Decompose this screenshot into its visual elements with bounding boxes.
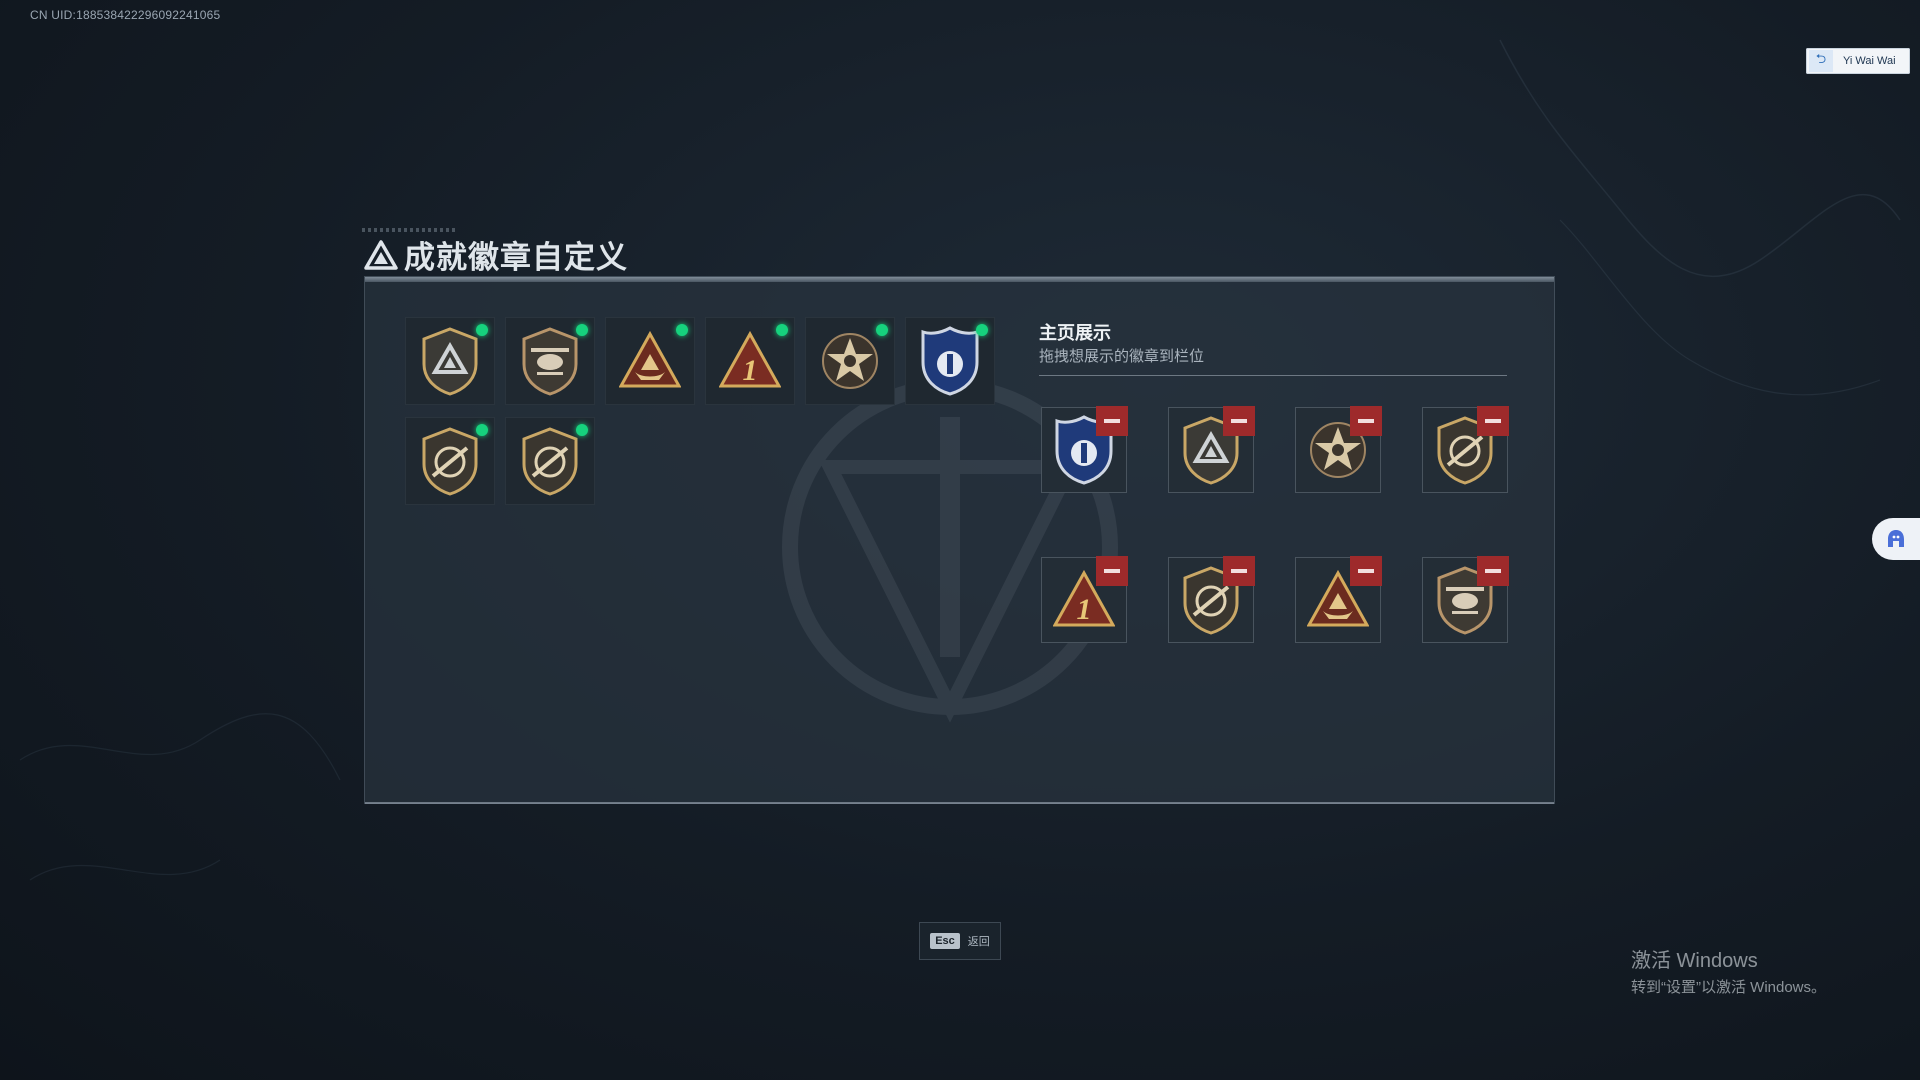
triangle-logo-icon — [364, 239, 398, 270]
rifle-target-shield-badge-2 — [519, 426, 581, 496]
badge-inventory-grid: 1 — [405, 317, 1005, 505]
display-slot[interactable] — [1295, 556, 1382, 643]
panel-header: 成就徽章自定义 — [364, 232, 628, 277]
display-divider — [1039, 375, 1507, 376]
display-slot[interactable] — [1295, 406, 1382, 493]
page-title: 成就徽章自定义 — [404, 240, 628, 275]
user-account-chip[interactable]: ⮌ Yi Wai Wai — [1806, 48, 1910, 74]
remove-badge-button[interactable] — [1350, 406, 1382, 436]
panel-top-bar — [365, 277, 1554, 282]
minus-icon — [1231, 569, 1247, 573]
remove-badge-button[interactable] — [1350, 556, 1382, 586]
minus-icon — [1104, 419, 1120, 423]
back-button[interactable]: Esc 返回 — [919, 922, 1001, 960]
delta-shield-badge — [419, 326, 481, 396]
minus-icon — [1358, 419, 1374, 423]
remove-badge-button[interactable] — [1477, 406, 1509, 436]
display-slot[interactable] — [1422, 556, 1509, 643]
inventory-slot[interactable] — [505, 417, 595, 505]
selected-indicator — [676, 324, 688, 336]
helicopter-shield-badge — [519, 326, 581, 396]
inventory-slot[interactable] — [405, 317, 495, 405]
panel-bottom-line — [365, 802, 1554, 804]
uid-label: CN UID:188538422296092241065 — [30, 8, 221, 22]
ship-triangle-badge — [619, 326, 681, 396]
remove-badge-button[interactable] — [1096, 556, 1128, 586]
assistant-icon — [1888, 530, 1904, 547]
remove-badge-button[interactable] — [1223, 406, 1255, 436]
minus-icon — [1358, 569, 1374, 573]
selected-indicator — [476, 324, 488, 336]
remove-badge-button[interactable] — [1096, 406, 1128, 436]
user-name: Yi Wai Wai — [1843, 55, 1896, 67]
selected-indicator — [776, 324, 788, 336]
watermark-line-1: 激活 Windows — [1631, 950, 1758, 972]
number-one-triangle-badge: 1 — [719, 326, 781, 396]
display-slots-grid: 1 — [1041, 406, 1509, 643]
remove-badge-button[interactable] — [1223, 556, 1255, 586]
windows-activation-watermark: 激活 Windows 转到“设置”以激活 Windows。 — [1631, 944, 1826, 997]
assistant-side-button[interactable] — [1872, 518, 1920, 560]
svg-text:1: 1 — [1077, 593, 1092, 626]
minus-icon — [1485, 569, 1501, 573]
display-slot[interactable] — [1422, 406, 1509, 493]
login-arrow-icon: ⮌ — [1809, 50, 1833, 72]
star-wreath-badge — [819, 326, 881, 396]
display-slot[interactable] — [1168, 406, 1255, 493]
minus-icon — [1231, 419, 1247, 423]
display-slot[interactable]: 1 — [1041, 556, 1128, 643]
display-section-subtitle: 拖拽想展示的徽章到栏位 — [1039, 348, 1205, 365]
inventory-slot[interactable] — [805, 317, 895, 405]
selected-indicator — [576, 424, 588, 436]
inventory-slot[interactable] — [905, 317, 995, 405]
inventory-slot[interactable] — [505, 317, 595, 405]
back-label: 返回 — [967, 936, 990, 948]
selected-indicator — [876, 324, 888, 336]
inventory-slot[interactable] — [405, 417, 495, 505]
selected-indicator — [476, 424, 488, 436]
blue-police-shield-badge — [919, 326, 981, 396]
inventory-slot[interactable] — [605, 317, 695, 405]
badge-customize-panel: 1 主页展示 拖拽想展示的徽章到栏位 1 — [364, 276, 1555, 804]
display-slot[interactable] — [1041, 406, 1128, 493]
minus-icon — [1104, 569, 1120, 573]
display-slot[interactable] — [1168, 556, 1255, 643]
selected-indicator — [976, 324, 988, 336]
remove-badge-button[interactable] — [1477, 556, 1509, 586]
esc-key-icon: Esc — [930, 933, 960, 949]
selected-indicator — [576, 324, 588, 336]
watermark-line-2: 转到“设置”以激活 Windows。 — [1631, 979, 1827, 996]
inventory-slot[interactable]: 1 — [705, 317, 795, 405]
display-section-title: 主页展示 — [1039, 323, 1111, 343]
rifle-target-shield-badge — [419, 426, 481, 496]
minus-icon — [1485, 419, 1501, 423]
svg-text:1: 1 — [743, 354, 758, 387]
